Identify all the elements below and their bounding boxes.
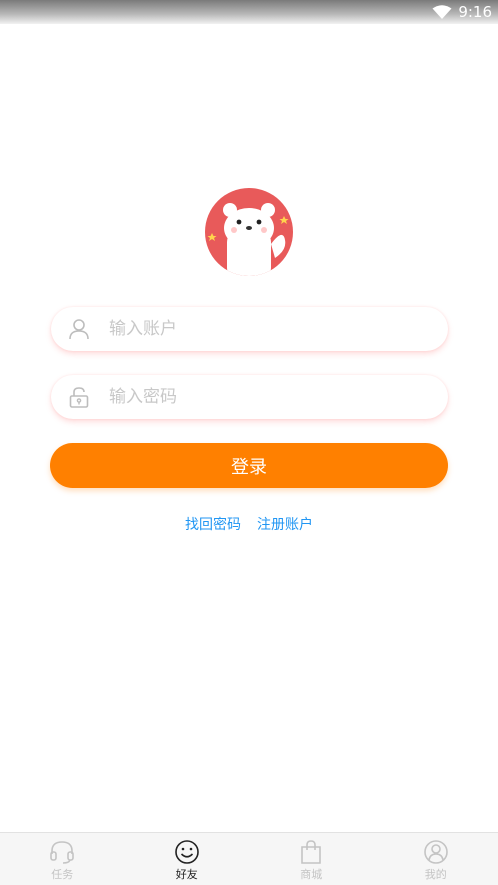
forgot-password-link[interactable]: 找回密码 [185,514,241,534]
shopping-bag-icon [298,839,324,865]
status-right: 9:16 [432,3,492,21]
account-input[interactable] [107,318,411,340]
smiley-icon [174,839,200,865]
bear-avatar [205,188,293,276]
login-button[interactable]: 登录 [50,443,448,488]
login-screen: 9:16 输入账户 登录 找回密码 注册账户 任务 好友 商城 我的 [0,0,498,885]
status-bar: 9:16 [0,0,498,24]
user-icon [67,317,91,341]
status-time: 9:16 [458,3,492,21]
lock-icon [67,385,91,409]
password-input[interactable] [107,386,411,408]
nav-item-shop[interactable]: 商城 [249,833,374,885]
register-link[interactable]: 注册账户 [257,514,313,534]
bottom-nav: 任务 好友 商城 我的 [0,832,498,885]
nav-item-tasks[interactable]: 任务 [0,833,125,885]
user-circle-icon [423,839,449,865]
nav-label-me: 我的 [424,868,447,881]
nav-item-friends[interactable]: 好友 [125,833,250,885]
password-field[interactable] [51,375,448,419]
wifi-icon [432,4,452,20]
nav-label-friends: 好友 [175,868,198,881]
auth-links: 找回密码 注册账户 [0,514,498,534]
nav-label-shop: 商城 [300,868,323,881]
nav-label-tasks: 任务 [51,868,74,881]
nav-item-me[interactable]: 我的 [374,833,498,885]
account-field[interactable] [51,307,448,351]
headset-icon [49,839,75,865]
